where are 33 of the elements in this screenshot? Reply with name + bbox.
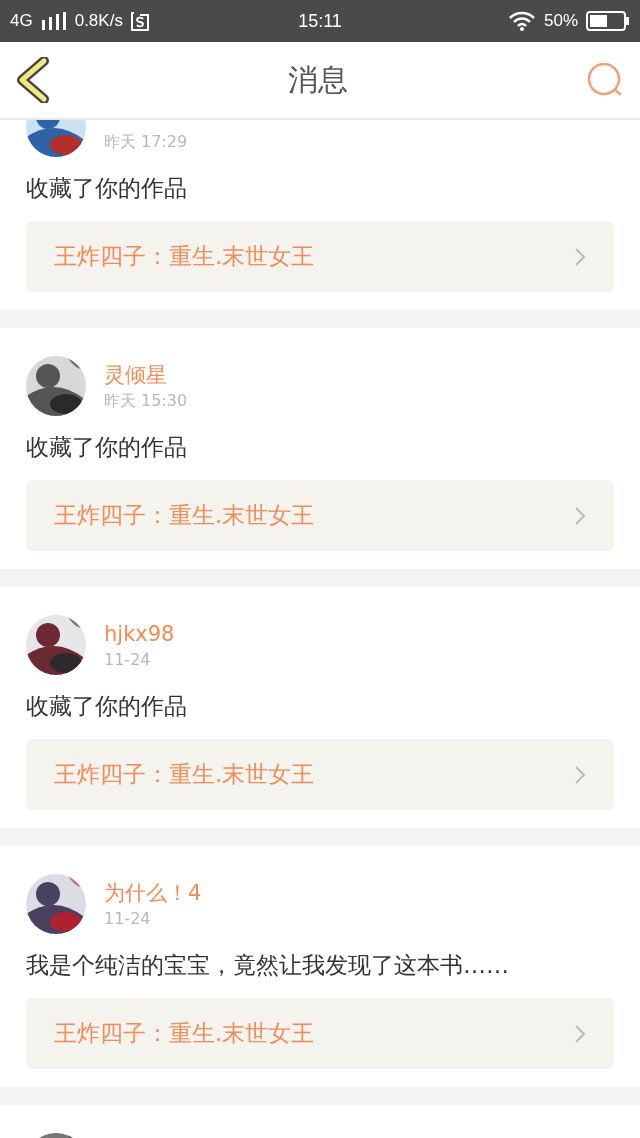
user-name[interactable]: hjkx98	[104, 619, 175, 649]
chevron-icon	[574, 1023, 586, 1044]
battery-icon	[586, 10, 630, 32]
work-link[interactable]: 王炸四子：重生.末世女王	[26, 221, 614, 292]
signal-icon	[40, 12, 67, 30]
network-speed: 0.8K/s	[74, 11, 123, 31]
network-type: 4G	[10, 11, 33, 31]
work-title: 王炸四子：重生.末世女王	[54, 760, 315, 789]
message-text: 收藏了你的作品	[25, 433, 188, 462]
work-title: 王炸四子：重生.末世女王	[54, 242, 315, 271]
user-name[interactable]: 为什么！4	[104, 878, 202, 908]
message-text: 收藏了你的作品	[25, 692, 188, 721]
clock: 15:11	[298, 10, 342, 32]
work-title: 王炸四子：重生.末世女王	[54, 501, 315, 530]
work-link[interactable]: 王炸四子：重生.末世女王	[26, 739, 614, 810]
battery-percent: 50%	[543, 11, 578, 31]
work-link[interactable]: 王炸四子：重生.末世女王	[26, 480, 614, 551]
timestamp: 昨天 15:30	[104, 390, 188, 412]
wifi-icon	[507, 11, 536, 31]
timestamp: 11-24	[104, 649, 152, 671]
page-title: 消息	[288, 60, 348, 99]
timestamp: 昨天 17:29	[104, 131, 188, 153]
timestamp: 11-24	[104, 908, 152, 930]
message-text: 我是个纯洁的宝宝，竟然让我发现了这本书……	[25, 951, 510, 980]
message-text: 收藏了你的作品	[25, 174, 188, 203]
work-title: 王炸四子：重生.末世女王	[54, 1019, 315, 1048]
work-link[interactable]: 王炸四子：重生.末世女王	[26, 998, 614, 1069]
chevron-icon	[574, 246, 586, 267]
user-name[interactable]: 灵倾星	[104, 360, 188, 390]
storage-icon	[130, 11, 149, 31]
back-button[interactable]	[16, 57, 50, 103]
chevron-icon	[574, 764, 586, 785]
chevron-icon	[574, 505, 586, 526]
